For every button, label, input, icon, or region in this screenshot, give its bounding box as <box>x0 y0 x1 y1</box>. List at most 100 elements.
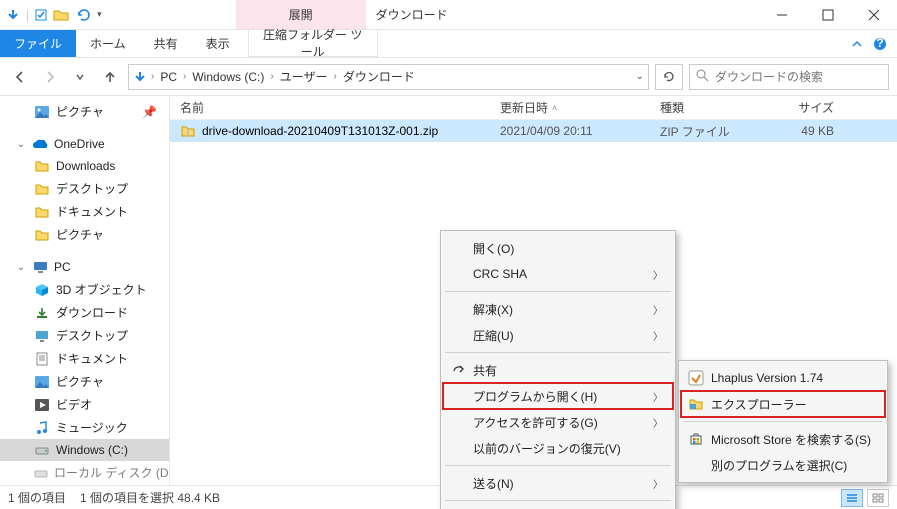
ribbon-collapse-icon[interactable] <box>851 38 863 50</box>
folder-icon[interactable] <box>53 8 69 22</box>
table-row[interactable]: drive-download-20210409T131013Z-001.zip … <box>170 120 897 142</box>
qat-sep: | <box>26 8 29 22</box>
address-dropdown-icon[interactable]: ⌄ <box>636 71 644 82</box>
menu-share[interactable]: 共有 <box>443 357 673 383</box>
drive-icon <box>34 465 48 481</box>
folder-icon <box>34 227 50 243</box>
minimize-button[interactable] <box>759 0 805 29</box>
view-icons-button[interactable] <box>867 489 889 507</box>
sidebar-item-label: ダウンロード <box>56 304 128 321</box>
menu-compress[interactable]: 圧縮(U)〉 <box>443 322 673 348</box>
col-header-date[interactable]: 更新日時˄ <box>500 99 660 116</box>
menu-extract[interactable]: 解凍(X)〉 <box>443 296 673 322</box>
crumb-downloads[interactable]: ダウンロード <box>341 68 417 85</box>
checkbox-icon[interactable] <box>35 9 47 21</box>
chevron-right-icon[interactable]: › <box>333 71 336 82</box>
search-box[interactable] <box>689 64 889 90</box>
sidebar-item-label: PC <box>54 260 71 274</box>
sidebar-item-pictures[interactable]: ピクチャ <box>0 370 169 393</box>
tab-share[interactable]: 共有 <box>140 30 192 57</box>
menu-separator <box>445 465 671 466</box>
file-date: 2021/04/09 20:11 <box>500 124 660 138</box>
contextual-tab-extract[interactable]: 展開 <box>236 0 366 29</box>
chevron-right-icon[interactable]: › <box>270 71 273 82</box>
menu-separator <box>683 421 883 422</box>
view-details-button[interactable] <box>841 489 863 507</box>
submenu-arrow-icon: 〉 <box>653 267 663 282</box>
down-arrow-icon[interactable] <box>6 8 20 22</box>
menu-send-to[interactable]: 送る(N)〉 <box>443 470 673 496</box>
submenu-choose-program[interactable]: 別のプログラムを選択(C) <box>681 452 885 478</box>
menu-crc-sha[interactable]: CRC SHA〉 <box>443 261 673 287</box>
contextual-tab-group: 展開 <box>236 0 366 29</box>
nav-back-button[interactable] <box>8 65 32 89</box>
sidebar-item-local-disk[interactable]: ローカル ディスク (D:) <box>0 461 169 484</box>
sidebar-item-videos[interactable]: ビデオ <box>0 393 169 416</box>
menu-open-with[interactable]: プログラムから開く(H)〉 <box>443 383 673 409</box>
menu-cut[interactable]: 切り取り(T) <box>443 505 673 509</box>
tab-view[interactable]: 表示 <box>192 30 244 57</box>
sidebar-item-windows-c[interactable]: Windows (C:) <box>0 439 169 461</box>
submenu-search-store[interactable]: Microsoft Store を検索する(S) <box>681 426 885 452</box>
sidebar-item-onedrive[interactable]: ⌄ OneDrive <box>0 133 169 155</box>
col-header-type[interactable]: 種類 <box>660 99 760 116</box>
status-item-count: 1 個の項目 <box>8 489 66 506</box>
sidebar-item-3d[interactable]: 3D オブジェクト <box>0 278 169 301</box>
sidebar-item-label: ピクチャ <box>56 226 104 243</box>
sidebar-item-label: ドキュメント <box>56 203 128 220</box>
expand-icon[interactable]: ⌄ <box>16 139 26 150</box>
tab-home[interactable]: ホーム <box>76 30 140 57</box>
menu-restore-versions[interactable]: 以前のバージョンの復元(V) <box>443 435 673 461</box>
search-input[interactable] <box>715 70 882 84</box>
sidebar-item-od-pictures[interactable]: ピクチャ <box>0 223 169 246</box>
col-header-size[interactable]: サイズ <box>760 99 850 116</box>
open-with-submenu: Lhaplus Version 1.74 エクスプローラー Microsoft … <box>678 360 888 483</box>
sidebar-item-label: Downloads <box>56 159 115 173</box>
sidebar-item-od-desktop[interactable]: デスクトップ <box>0 177 169 200</box>
submenu-lhaplus[interactable]: Lhaplus Version 1.74 <box>681 365 885 391</box>
3d-icon <box>34 282 50 298</box>
menu-give-access[interactable]: アクセスを許可する(G)〉 <box>443 409 673 435</box>
sidebar-item-pc[interactable]: ⌄ PC <box>0 256 169 278</box>
window-controls <box>759 0 897 29</box>
chevron-right-icon[interactable]: › <box>151 71 154 82</box>
refresh-button[interactable] <box>655 64 683 90</box>
down-arrow-icon[interactable] <box>133 70 147 84</box>
download-icon <box>34 305 50 321</box>
nav-history-dropdown[interactable] <box>68 65 92 89</box>
folder-icon <box>34 204 50 220</box>
address-bar[interactable]: › PC › Windows (C:) › ユーザー › ダウンロード ⌄ <box>128 64 649 90</box>
menu-separator <box>445 291 671 292</box>
maximize-button[interactable] <box>805 0 851 29</box>
folder-icon <box>34 181 50 197</box>
submenu-explorer[interactable]: エクスプローラー <box>681 391 885 417</box>
expand-icon[interactable]: ⌄ <box>16 262 26 273</box>
explorer-icon <box>687 398 705 410</box>
sidebar-item-quick-pictures[interactable]: ピクチャ 📌 <box>0 100 169 123</box>
sidebar-item-desktop[interactable]: デスクトップ <box>0 324 169 347</box>
close-button[interactable] <box>851 0 897 29</box>
qat-dropdown-icon[interactable]: ▾ <box>97 9 102 20</box>
sidebar-item-od-downloads[interactable]: Downloads <box>0 155 169 177</box>
crumb-drive[interactable]: Windows (C:) <box>190 70 266 84</box>
documents-icon <box>34 351 50 367</box>
title-bar: | ▾ 展開 ダウンロード <box>0 0 897 30</box>
nav-up-button[interactable] <box>98 65 122 89</box>
help-icon[interactable]: ? <box>873 37 887 51</box>
menu-open[interactable]: 開く(O) <box>443 235 673 261</box>
nav-forward-button[interactable] <box>38 65 62 89</box>
sidebar-item-od-documents[interactable]: ドキュメント <box>0 200 169 223</box>
chevron-right-icon[interactable]: › <box>183 71 186 82</box>
sidebar-item-label: ローカル ディスク (D:) <box>54 464 170 481</box>
column-headers: 名前 更新日時˄ 種類 サイズ <box>170 96 897 120</box>
sidebar-item-music[interactable]: ミュージック <box>0 416 169 439</box>
crumb-users[interactable]: ユーザー <box>278 68 330 85</box>
undo-icon[interactable] <box>75 8 91 22</box>
tab-compressed-tools[interactable]: 圧縮フォルダー ツール <box>248 30 378 57</box>
crumb-pc[interactable]: PC <box>158 70 179 84</box>
sidebar-item-documents[interactable]: ドキュメント <box>0 347 169 370</box>
col-header-name[interactable]: 名前 <box>170 99 500 116</box>
pictures-icon <box>34 374 50 390</box>
tab-file[interactable]: ファイル <box>0 30 76 57</box>
sidebar-item-downloads[interactable]: ダウンロード <box>0 301 169 324</box>
